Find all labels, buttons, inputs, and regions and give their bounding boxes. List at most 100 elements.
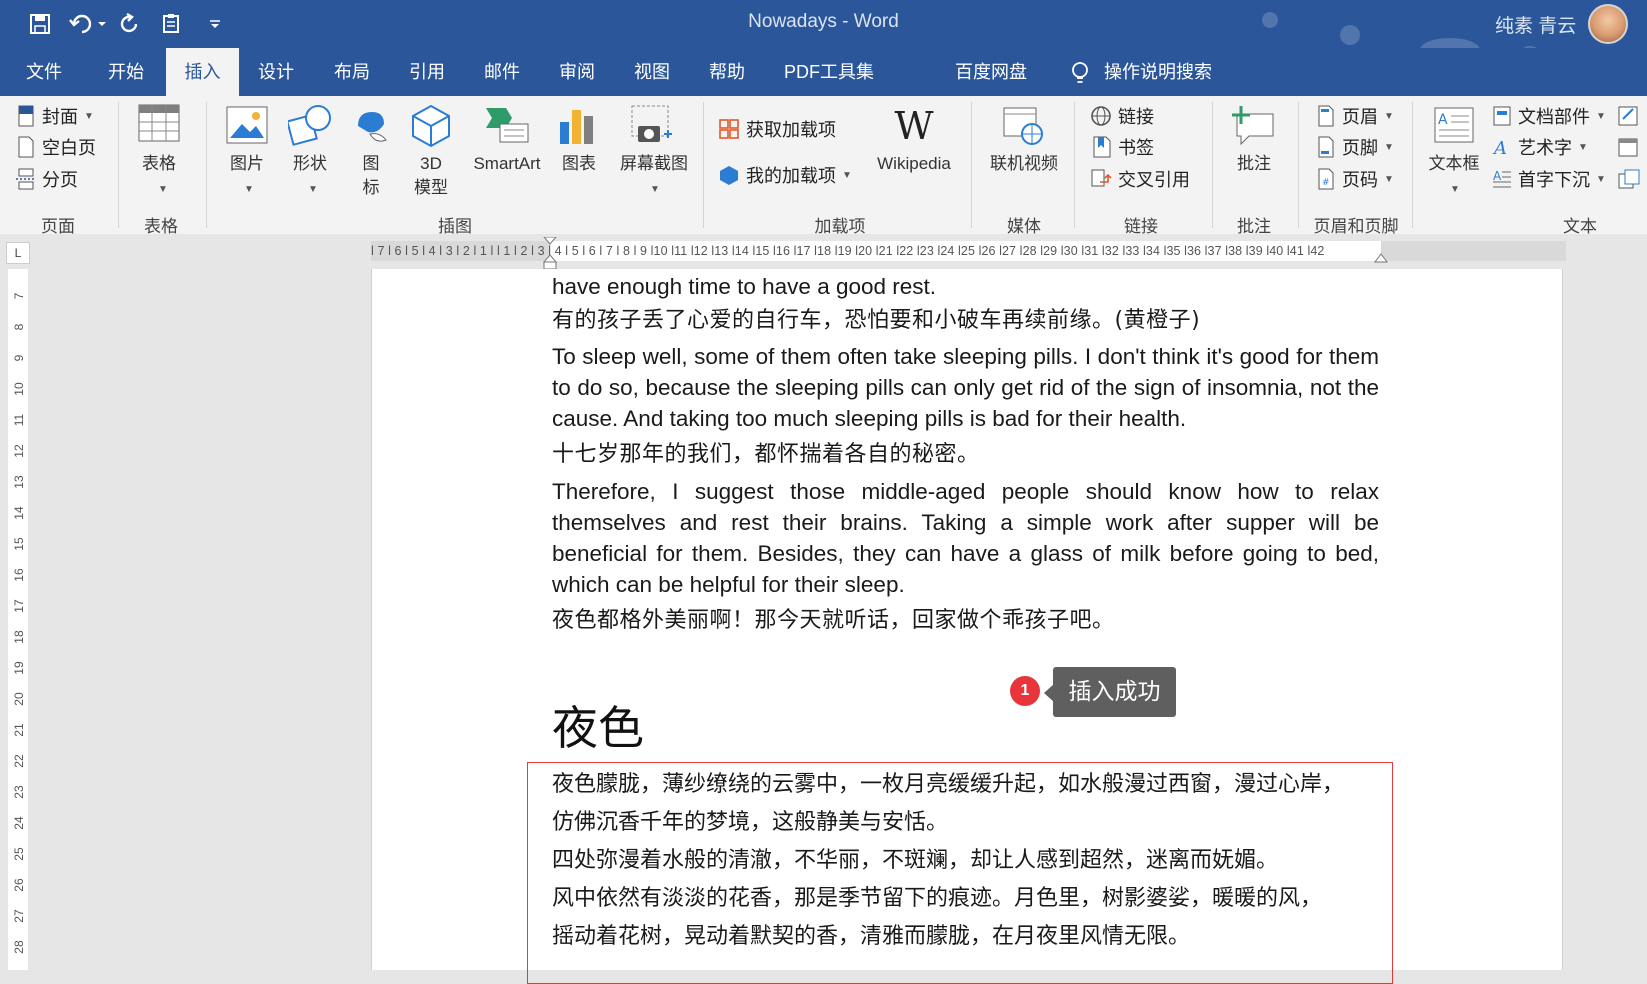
customize-toolbar-icon[interactable] (208, 10, 222, 38)
picture-button[interactable]: 图片 ▼ (226, 104, 272, 195)
document-heading[interactable]: 夜色 (552, 692, 644, 758)
tab-mailings[interactable]: 邮件 (468, 48, 536, 96)
cover-page-label: 封面 (42, 107, 78, 127)
my-addins-button[interactable]: 我的加载项 ▼ (718, 162, 852, 188)
paragraph[interactable]: Therefore, I suggest those middle-aged p… (552, 476, 1379, 600)
icons-button[interactable]: 图 标 (350, 104, 396, 197)
picture-label: 图片 (230, 154, 264, 173)
quick-parts-label: 文档部件 (1518, 107, 1590, 127)
link-button[interactable]: 链接 (1090, 103, 1154, 129)
date-time-button[interactable] (1617, 134, 1641, 160)
vertical-ruler[interactable]: 7 8 9 10 11 12 13 14 15 16 17 18 19 20 21 22 23 24 25 26 27 2… (8, 269, 28, 970)
icons-label-line2: 标 (362, 178, 380, 197)
tab-design[interactable]: 设计 (242, 48, 310, 96)
object-button[interactable] (1617, 166, 1641, 192)
tell-me-search[interactable]: 操作说明搜索 (1104, 48, 1224, 96)
inserted-paragraph[interactable]: 风中依然有淡淡的花香，那是季节留下的痕迹。月色里，树影婆娑，暖暖的风， (552, 879, 1379, 919)
paragraph[interactable]: 有的孩子丢了心爱的自行车，恐怕要和小破车再续前缘。(黄橙子) (552, 305, 1379, 336)
screenshot-icon (631, 105, 672, 142)
group-separator (1412, 102, 1413, 228)
right-indent-marker-icon[interactable] (1373, 253, 1389, 265)
tab-insert[interactable]: 插入 (166, 48, 239, 96)
footer-label: 页脚 (1342, 138, 1378, 158)
chart-button[interactable]: 图表 (556, 104, 606, 173)
vertical-ruler-tick: 21 (12, 723, 26, 737)
save-icon[interactable] (26, 10, 54, 38)
avatar[interactable] (1588, 4, 1628, 44)
drop-cap-label: 首字下沉 (1518, 170, 1590, 190)
page-number-button[interactable]: # 页码 ▼ (1316, 166, 1394, 192)
tab-review[interactable]: 审阅 (543, 48, 611, 96)
redo-icon[interactable] (116, 10, 144, 38)
my-addins-label: 我的加载项 (746, 166, 836, 186)
tab-home[interactable]: 开始 (92, 48, 160, 96)
undo-icon[interactable] (66, 10, 110, 38)
document-page[interactable]: have enough time to have a good rest. 有的… (371, 269, 1563, 984)
3d-models-button[interactable]: 3D 模型 (410, 104, 456, 197)
bookmark-icon (1093, 136, 1111, 158)
inserted-paragraph[interactable]: 摇动着花树，晃动着默契的香，清雅而朦胧，在月夜里风情无限。 (552, 917, 1379, 957)
paragraph[interactable]: To sleep well, some of them often take s… (552, 341, 1379, 434)
tab-help[interactable]: 帮助 (693, 48, 761, 96)
cover-page-button[interactable]: 封面 ▼ (16, 103, 94, 129)
object-icon (1618, 169, 1640, 189)
footer-button[interactable]: 页脚 ▼ (1316, 134, 1394, 160)
inserted-paragraph[interactable]: 仿佛沉香千年的梦境，这般静美与安恬。 (552, 803, 1379, 843)
paragraph[interactable]: have enough time to have a good rest. (552, 271, 1379, 302)
3d-label-line1: 3D (420, 154, 442, 173)
blank-page-button[interactable]: 空白页 (16, 134, 96, 160)
wordart-button[interactable]: A 艺术字 ▼ (1492, 134, 1588, 160)
format-painter-icon[interactable] (157, 10, 185, 38)
tab-view[interactable]: 视图 (618, 48, 686, 96)
wikipedia-button[interactable]: W Wikipedia (866, 104, 962, 173)
vertical-ruler-tick: 13 (12, 475, 26, 489)
vertical-ruler-tick: 15 (12, 537, 26, 551)
drop-cap-icon: A (1493, 169, 1511, 188)
page-break-label: 分页 (42, 170, 78, 190)
ribbon-tabs: 文件 开始 插入 设计 布局 引用 邮件 审阅 视图 帮助 PDF工具集 百度网… (0, 48, 1647, 96)
table-button[interactable]: 表格 ▼ (138, 104, 188, 195)
vertical-ruler-tick: 24 (12, 816, 26, 830)
header-button[interactable]: 页眉 ▼ (1316, 103, 1394, 129)
blank-page-label: 空白页 (42, 138, 96, 158)
smartart-button[interactable]: SmartArt (466, 104, 548, 173)
indent-marker-icon[interactable] (542, 237, 558, 271)
header-icon (1318, 105, 1334, 127)
inserted-paragraph[interactable]: 四处弥漫着水般的清澈，不华丽，不斑斓，却让人感到超然，迷离而妩媚。 (552, 841, 1379, 881)
inserted-paragraph[interactable]: 夜色朦胧，薄纱缭绕的云雾中，一枚月亮缓缓升起，如水般漫过西窗，漫过心岸， (552, 765, 1379, 805)
svg-text:A: A (1438, 112, 1448, 128)
tab-file[interactable]: 文件 (14, 48, 74, 96)
wikipedia-label: Wikipedia (877, 154, 951, 173)
cube-addin-icon (720, 166, 738, 185)
quick-parts-button[interactable]: 文档部件 ▼ (1492, 103, 1606, 129)
signature-line-button[interactable] (1617, 103, 1641, 129)
paragraph[interactable]: 夜色都格外美丽啊！那今天就听话，回家做个乖孩子吧。 (552, 605, 1379, 636)
picture-icon (226, 106, 268, 144)
screenshot-button[interactable]: 屏幕截图 ▼ (618, 104, 690, 195)
paragraph[interactable]: 十七岁那年的我们，都怀揣着各自的秘密。 (552, 439, 1379, 470)
online-video-button[interactable]: 联机视频 (984, 104, 1064, 173)
cross-reference-button[interactable]: 交叉引用 (1090, 166, 1190, 192)
header-label: 页眉 (1342, 107, 1378, 127)
shapes-icon (286, 105, 331, 146)
text-box-button[interactable]: A 文本框 ▼ (1424, 104, 1484, 195)
horizontal-ruler[interactable]: l 7 l 6 l 5 l 4 l 3 l 2 l 1 l l 1 l 2 l … (371, 237, 1566, 270)
user-name[interactable]: 纯素 青云 (1495, 11, 1576, 38)
page-break-button[interactable]: 分页 (16, 166, 78, 192)
vertical-ruler-tick: 20 (12, 692, 26, 706)
new-comment-button[interactable]: 批注 (1226, 104, 1282, 173)
svg-text:A: A (1492, 138, 1507, 158)
tab-layout[interactable]: 布局 (318, 48, 386, 96)
drop-cap-button[interactable]: A 首字下沉 ▼ (1492, 166, 1606, 192)
get-addins-button[interactable]: 获取加载项 (718, 116, 836, 142)
tab-baidu-pan[interactable]: 百度网盘 (946, 48, 1036, 96)
callout-label: 插入成功 (1053, 667, 1176, 717)
tab-pdf-tools[interactable]: PDF工具集 (775, 48, 883, 96)
cross-reference-icon (1091, 169, 1112, 187)
tab-references[interactable]: 引用 (393, 48, 461, 96)
group-separator (1298, 102, 1299, 228)
bookmark-button[interactable]: 书签 (1090, 134, 1154, 160)
shapes-button[interactable]: 形状 ▼ (286, 104, 334, 195)
tab-selector[interactable]: L (6, 242, 30, 264)
text-box-label: 文本框 (1428, 154, 1480, 173)
